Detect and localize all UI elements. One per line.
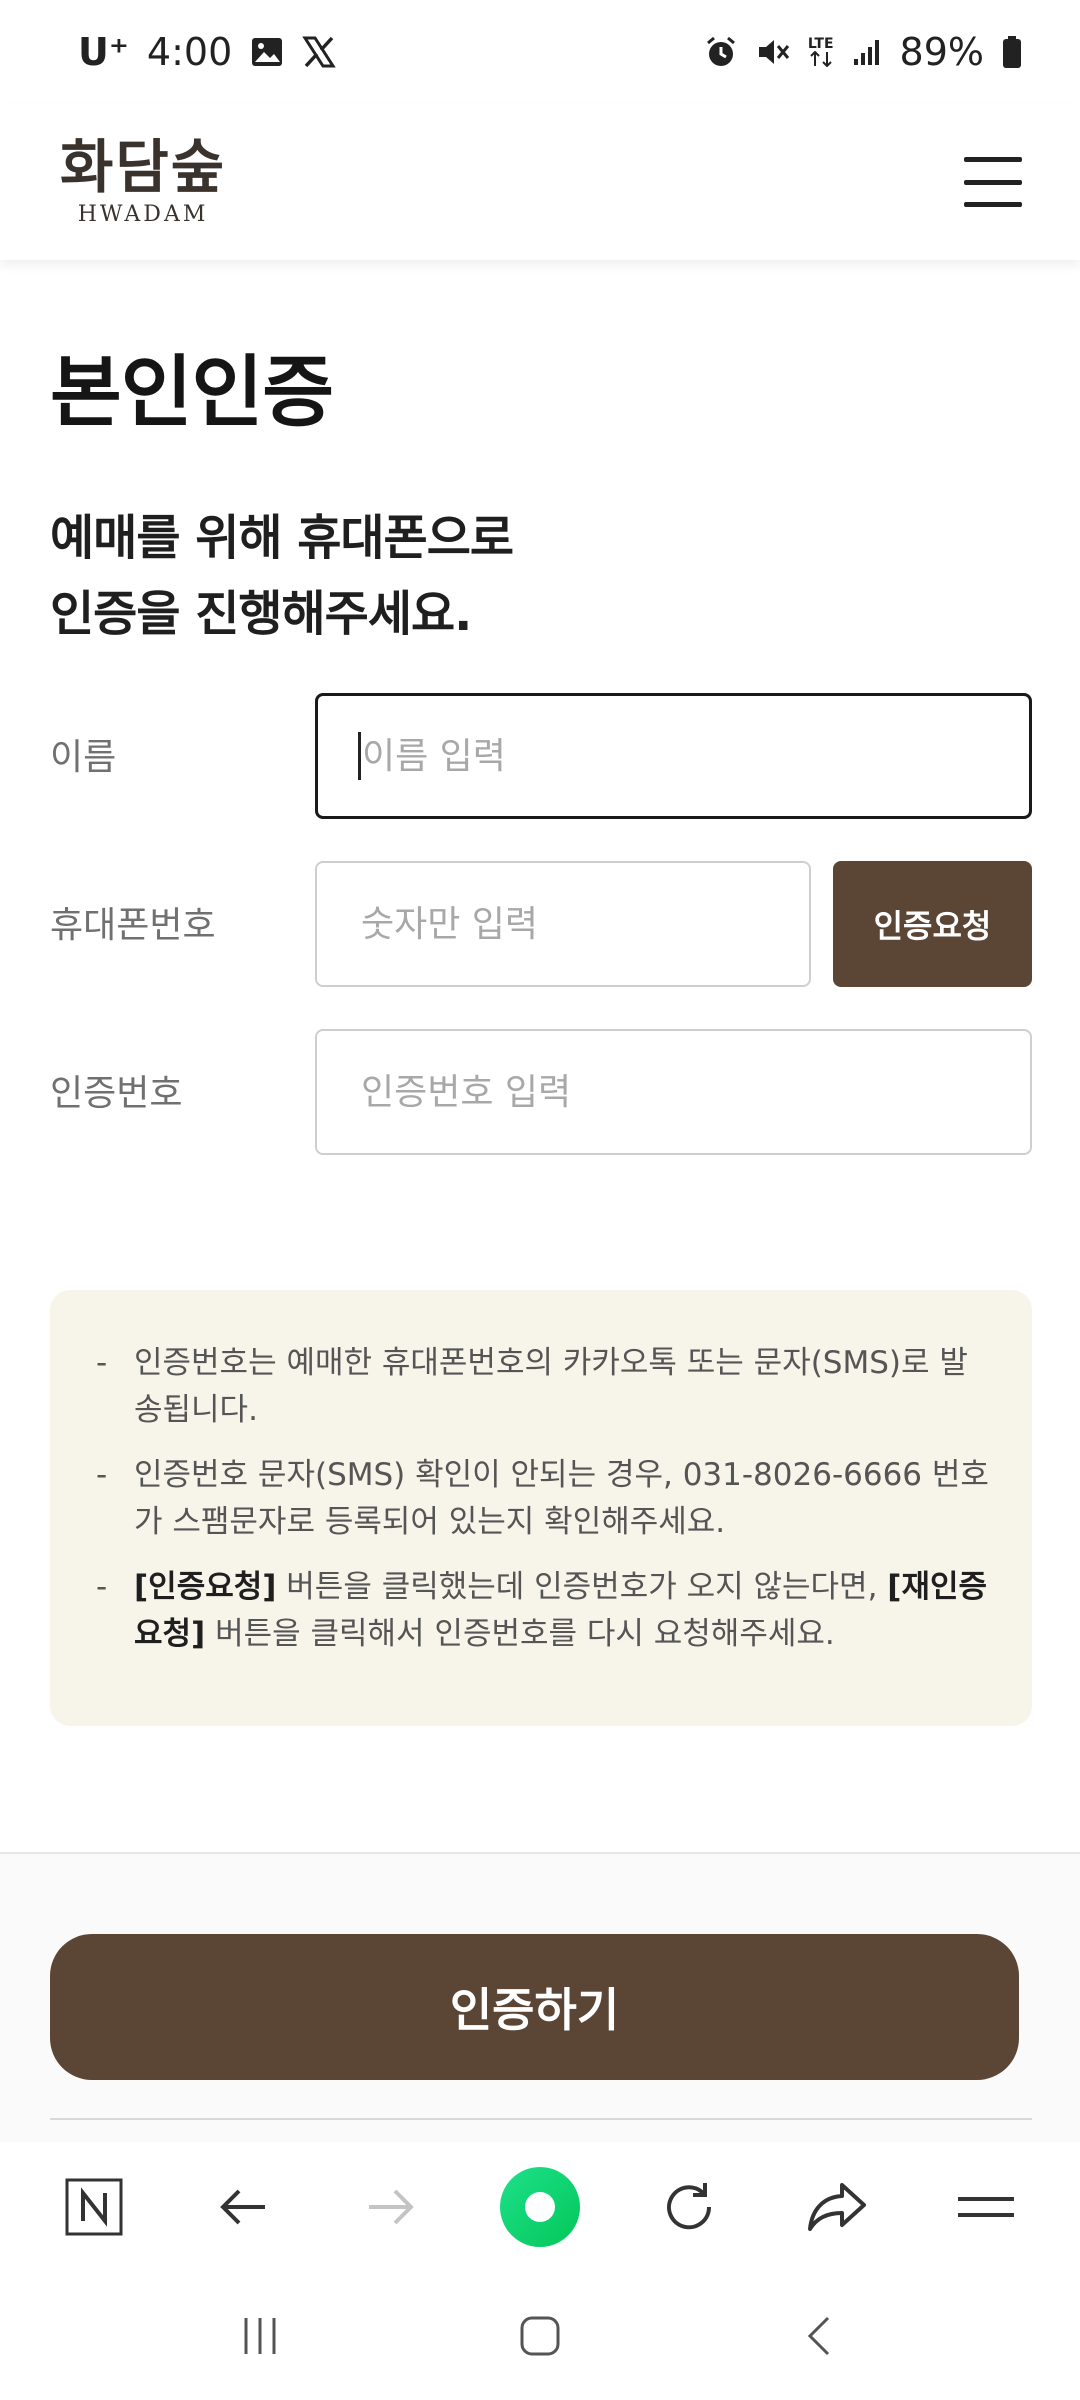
naver-green-dot (499, 2167, 580, 2247)
code-label: 인증번호 (50, 1073, 183, 1114)
text-caret (358, 732, 361, 780)
request-code-button[interactable]: 인증요청 (833, 861, 1032, 987)
naver-n-icon[interactable] (44, 2157, 144, 2257)
hwadam-logo[interactable]: 화담숲 HWADAM (60, 138, 226, 226)
notice-item: - [인증요청] 버튼을 클릭했는데 인증번호가 오지 않는다면, [재인증요청… (96, 1564, 992, 1658)
logo-korean: 화담숲 (60, 133, 227, 201)
notice-text-end: 버튼을 클릭해서 인증번호를 다시 요청해주세요. (205, 1616, 835, 1652)
browser-menu-icon[interactable] (936, 2157, 1036, 2257)
carrier-label: U⁺ (78, 30, 129, 74)
status-left: U⁺ 4:00 (78, 30, 337, 74)
notice-item: - 인증번호는 예매한 휴대폰번호의 카카오톡 또는 문자(SMS)로 발송됩니… (96, 1340, 992, 1434)
footer-divider (50, 2118, 1032, 2120)
logo-english: HWADAM (77, 202, 209, 227)
home-icon[interactable] (490, 2286, 590, 2386)
notice-text: 인증번호 문자(SMS) 확인이 안되는 경우, 031-8026-6666 번… (134, 1457, 989, 1540)
subtitle-line-1: 예매를 위해 휴대폰으로 (50, 510, 514, 566)
gallery-icon (250, 35, 284, 69)
home-dot-icon[interactable] (490, 2157, 590, 2257)
menu-line (964, 157, 1022, 162)
clock: 4:00 (146, 30, 233, 74)
site-header: 화담숲 HWADAM (0, 104, 1080, 260)
alarm-icon (704, 35, 738, 69)
notice-dash: - (96, 1457, 108, 1493)
battery-icon (1002, 35, 1022, 69)
name-label: 이름 (50, 737, 117, 778)
signal-icon (852, 37, 882, 67)
recent-apps-icon[interactable] (210, 2286, 310, 2386)
notice-bold-request: [인증요청] (134, 1569, 277, 1605)
x-logo-icon (302, 35, 337, 69)
home-dot-center (524, 2192, 555, 2222)
status-right: LTE 89% (704, 30, 1022, 74)
notice-text: 인증번호는 예매한 휴대폰번호의 카카오톡 또는 문자(SMS)로 발송됩니다. (134, 1345, 968, 1428)
menu-line (964, 202, 1022, 207)
notice-dash: - (96, 1569, 108, 1605)
verification-code-input[interactable] (315, 1029, 1032, 1155)
menu-icon[interactable] (964, 157, 1022, 207)
network-label: LTE (807, 36, 834, 52)
page-subtitle: 예매를 위해 휴대폰으로 인증을 진행해주세요. (50, 500, 950, 652)
notice-dash: - (96, 1345, 108, 1381)
notice-box: - 인증번호는 예매한 휴대폰번호의 카카오톡 또는 문자(SMS)로 발송됩니… (50, 1290, 1032, 1726)
confirm-verification-button[interactable]: 인증하기 (50, 1934, 1019, 2080)
name-input[interactable] (315, 693, 1032, 819)
status-bar: U⁺ 4:00 LTE 89% (0, 0, 1080, 104)
system-nav-bar (0, 2272, 1080, 2400)
notice-text-mid: 버튼을 클릭했는데 인증번호가 오지 않는다면, (276, 1569, 888, 1605)
phone-input[interactable] (315, 861, 811, 987)
forward-arrow-icon[interactable] (341, 2157, 441, 2257)
notice-text: [인증요청] 버튼을 클릭했는데 인증번호가 오지 않는다면, [재인증요청] … (134, 1564, 992, 1658)
menu-line (964, 179, 1022, 185)
lte-indicator: LTE (808, 37, 834, 67)
share-icon[interactable] (787, 2157, 887, 2257)
subtitle-line-2: 인증을 진행해주세요. (50, 586, 472, 642)
browser-toolbar (0, 2142, 1080, 2272)
back-icon[interactable] (770, 2286, 870, 2386)
notice-item: - 인증번호 문자(SMS) 확인이 안되는 경우, 031-8026-6666… (96, 1452, 992, 1546)
refresh-icon[interactable] (639, 2157, 739, 2257)
phone-label: 휴대폰번호 (50, 905, 216, 946)
mute-icon (756, 35, 790, 69)
screen: U⁺ 4:00 LTE 89% 화담숲 HWADAM 본인인증 예매를 위해 휴… (0, 0, 1080, 2400)
page-title: 본인인증 (50, 348, 334, 438)
back-arrow-icon[interactable] (193, 2157, 293, 2257)
battery-percent: 89% (899, 30, 984, 74)
